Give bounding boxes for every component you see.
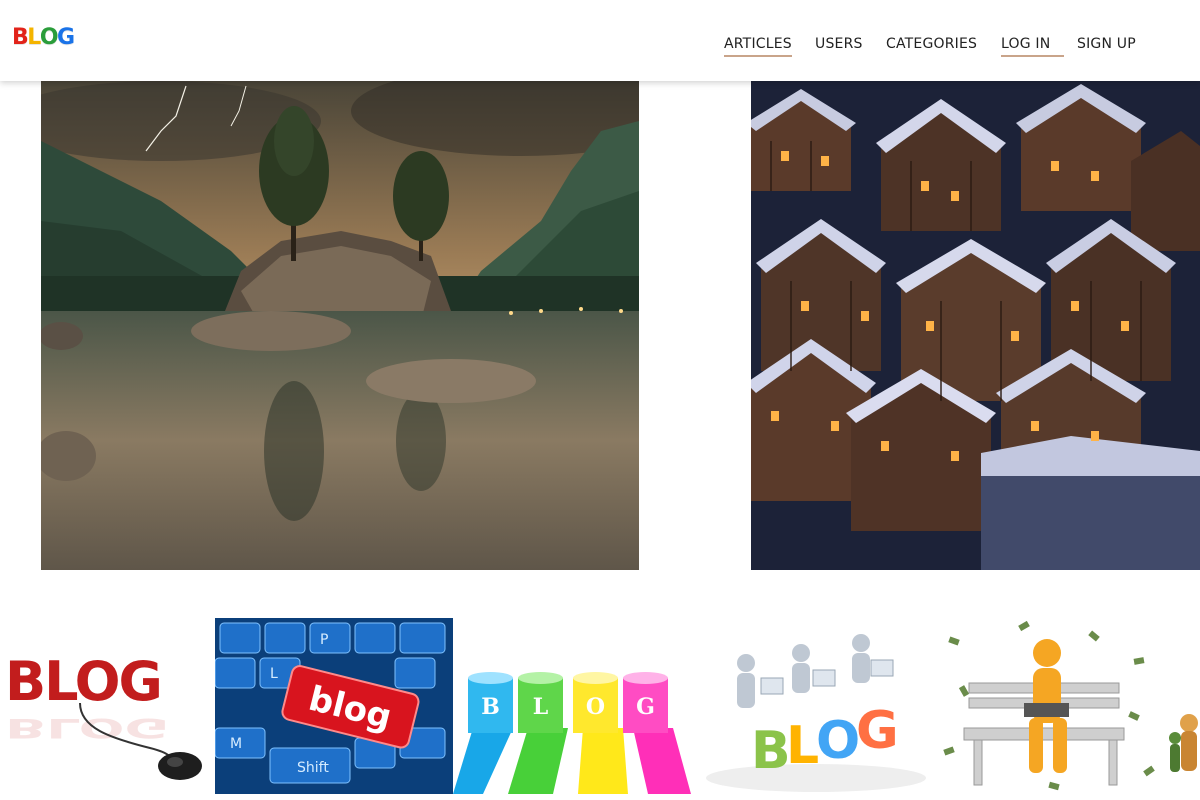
site-header: B L O G ARTICLES USERS CATEGORIES LOG IN… [0,0,1200,81]
people-letter-g: G [856,701,899,761]
paint-letter-b: B [481,694,500,720]
nav-articles-link[interactable]: ARTICLES [724,36,792,57]
nav-login-link[interactable]: LOG IN [1001,36,1065,57]
blog-mouse-illustration: BLOG BLOG [0,618,215,794]
paint-letter-o: O [586,694,605,720]
svg-text:BLOG: BLOG [5,712,169,744]
nav-signup-link[interactable]: SIGN UP [1077,36,1136,52]
partial-figure-illustration [1167,618,1200,794]
thumb1-blog-text: BLOG [5,650,161,713]
thumbnail-blog-paint-cans[interactable]: B L O G [453,618,691,794]
thumbnail-blog-people[interactable]: B L O G [691,618,929,794]
nav-users-link[interactable]: USERS [815,36,863,52]
key-l-label: L [270,666,278,682]
thumbnail-bench-money[interactable] [929,618,1167,794]
paint-letter-l: L [533,694,548,720]
paint-letter-g: G [636,694,655,720]
main-nav: ARTICLES USERS CATEGORIES LOG IN SIGN UP [0,36,1200,57]
key-p-label: P [320,632,328,648]
thumbnail-partial[interactable] [1167,618,1200,794]
bench-money-illustration [929,618,1167,794]
key-m-label: M [230,736,242,752]
people-letter-b: B [751,721,791,781]
people-letter-o: O [816,711,860,771]
hero-image-snowy-village[interactable] [751,81,1200,570]
thumbnail-blog-mouse[interactable]: BLOG BLOG [0,618,215,794]
thumbnail-blog-keyboard[interactable]: P L M Shift blog [215,618,453,794]
hero-image-mountain-lake[interactable] [41,81,639,570]
key-shift-label: Shift [297,760,329,776]
blog-paint-cans-illustration: B L O G [453,618,691,794]
blog-people-illustration: B L O G [691,618,929,794]
blog-keyboard-illustration: P L M Shift blog [215,618,453,794]
people-letter-l: L [786,716,819,776]
nav-categories-link[interactable]: CATEGORIES [886,36,977,52]
snowy-village-illustration [751,81,1200,570]
mountain-lake-illustration [41,81,639,570]
